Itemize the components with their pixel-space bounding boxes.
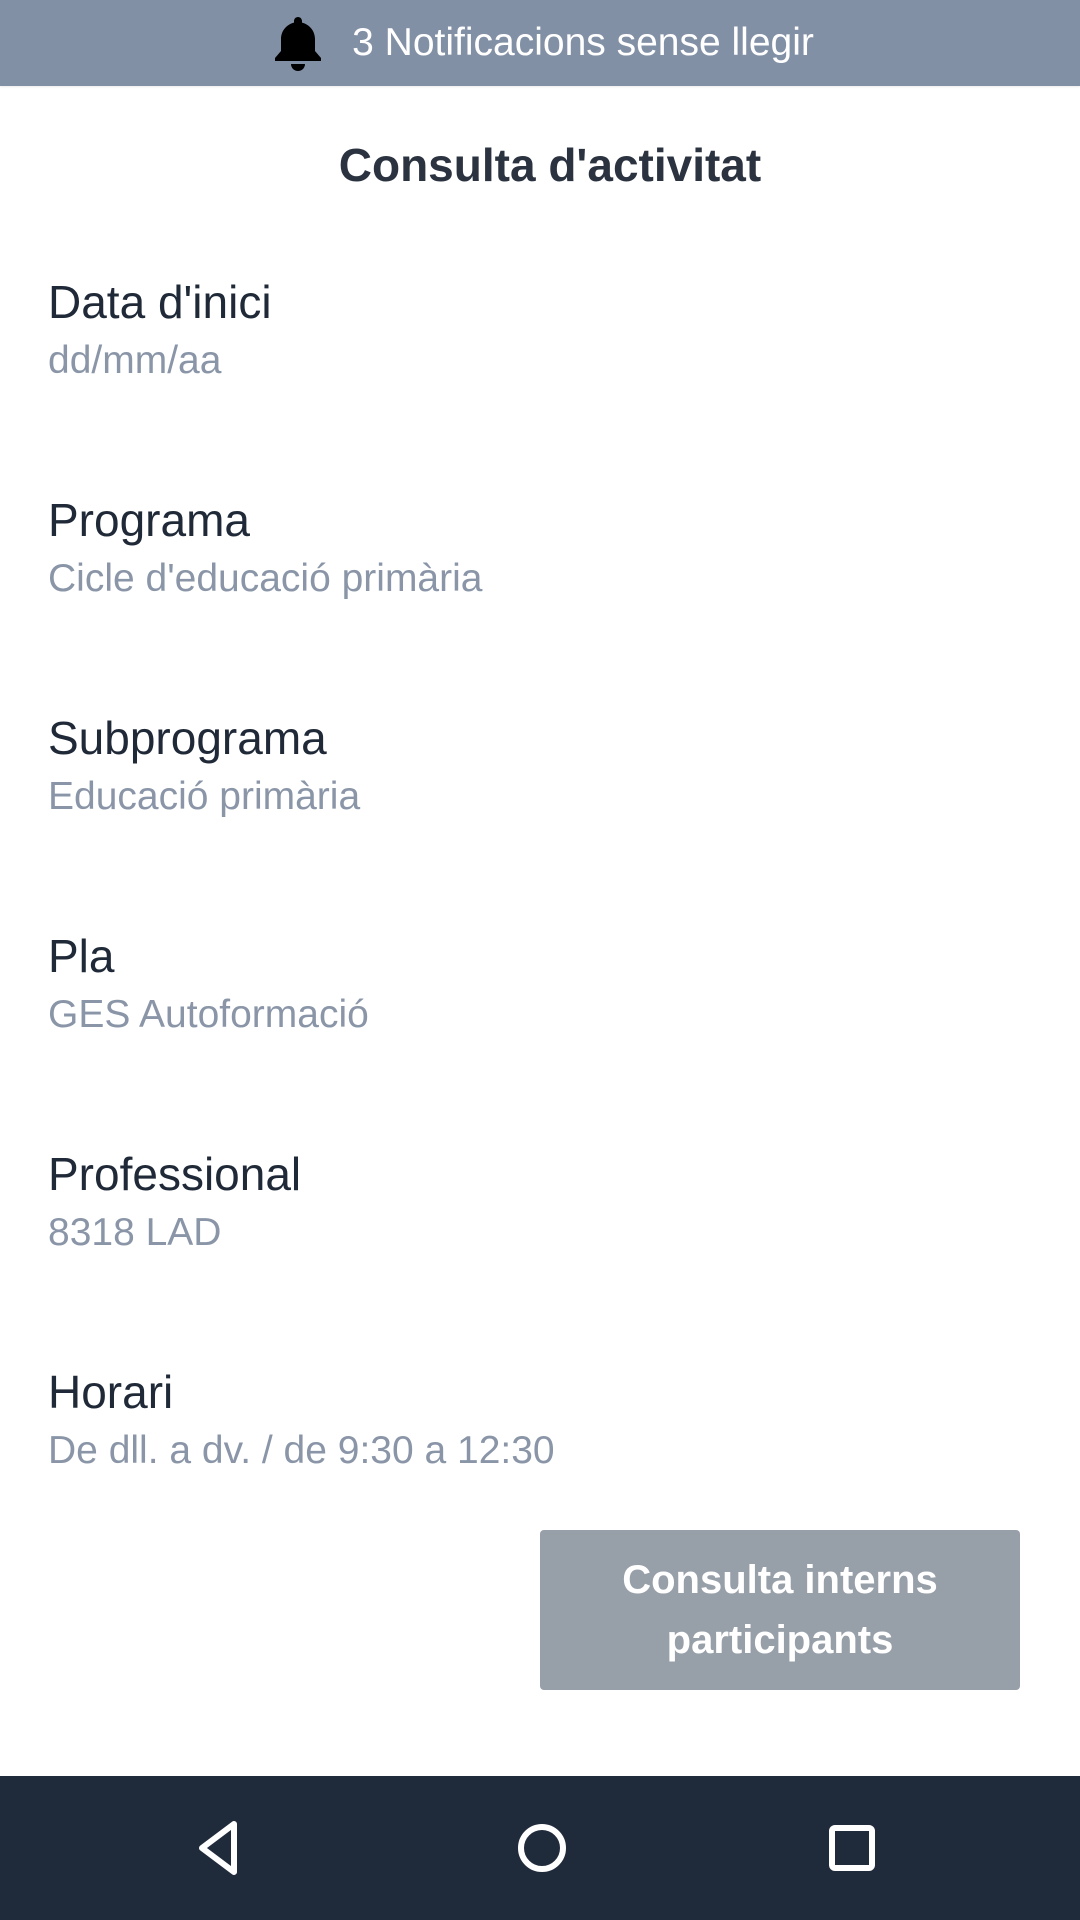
field-label: Horari	[48, 1366, 174, 1418]
field-label: Pla	[48, 930, 115, 982]
field-schedule: Horari De dll. a dv. / de 9:30 a 12:30	[48, 1362, 1028, 1476]
field-program: Programa Cicle d'educació primària	[48, 490, 1028, 604]
field-label: Programa	[48, 494, 250, 546]
field-value: Cicle d'educació primària	[48, 557, 483, 600]
field-professional: Professional 8318 LAD	[48, 1144, 1028, 1258]
field-label: Subprograma	[48, 712, 327, 764]
recents-square-icon[interactable]	[812, 1808, 892, 1888]
bell-icon	[266, 11, 330, 75]
page-title: Consulta d'activitat	[338, 139, 762, 191]
field-value: GES Autoformació	[48, 993, 369, 1036]
field-value: De dll. a dv. / de 9:30 a 12:30	[48, 1429, 555, 1472]
field-value: dd/mm/aa	[48, 339, 222, 382]
field-label: Professional	[48, 1148, 302, 1200]
notifications-text: 3 Notificacions sense llegir	[352, 21, 814, 64]
consulta-interns-button[interactable]: Consulta interns participants	[540, 1530, 1020, 1690]
field-start-date: Data d'inici dd/mm/aa	[48, 272, 1028, 386]
field-subprogram: Subprograma Educació primària	[48, 708, 1028, 822]
system-navigation-bar	[0, 1776, 1080, 1920]
field-plan: Pla GES Autoformació	[48, 926, 1028, 1040]
notifications-banner[interactable]: 3 Notificacions sense llegir	[0, 0, 1080, 86]
field-value: Educació primària	[48, 775, 361, 818]
activity-detail-screen: 3 Notificacions sense llegir Consulta d'…	[0, 0, 1080, 1920]
field-value: 8318 LAD	[48, 1211, 222, 1254]
home-circle-icon[interactable]	[502, 1808, 582, 1888]
back-triangle-icon[interactable]	[178, 1808, 258, 1888]
field-label: Data d'inici	[48, 276, 272, 328]
